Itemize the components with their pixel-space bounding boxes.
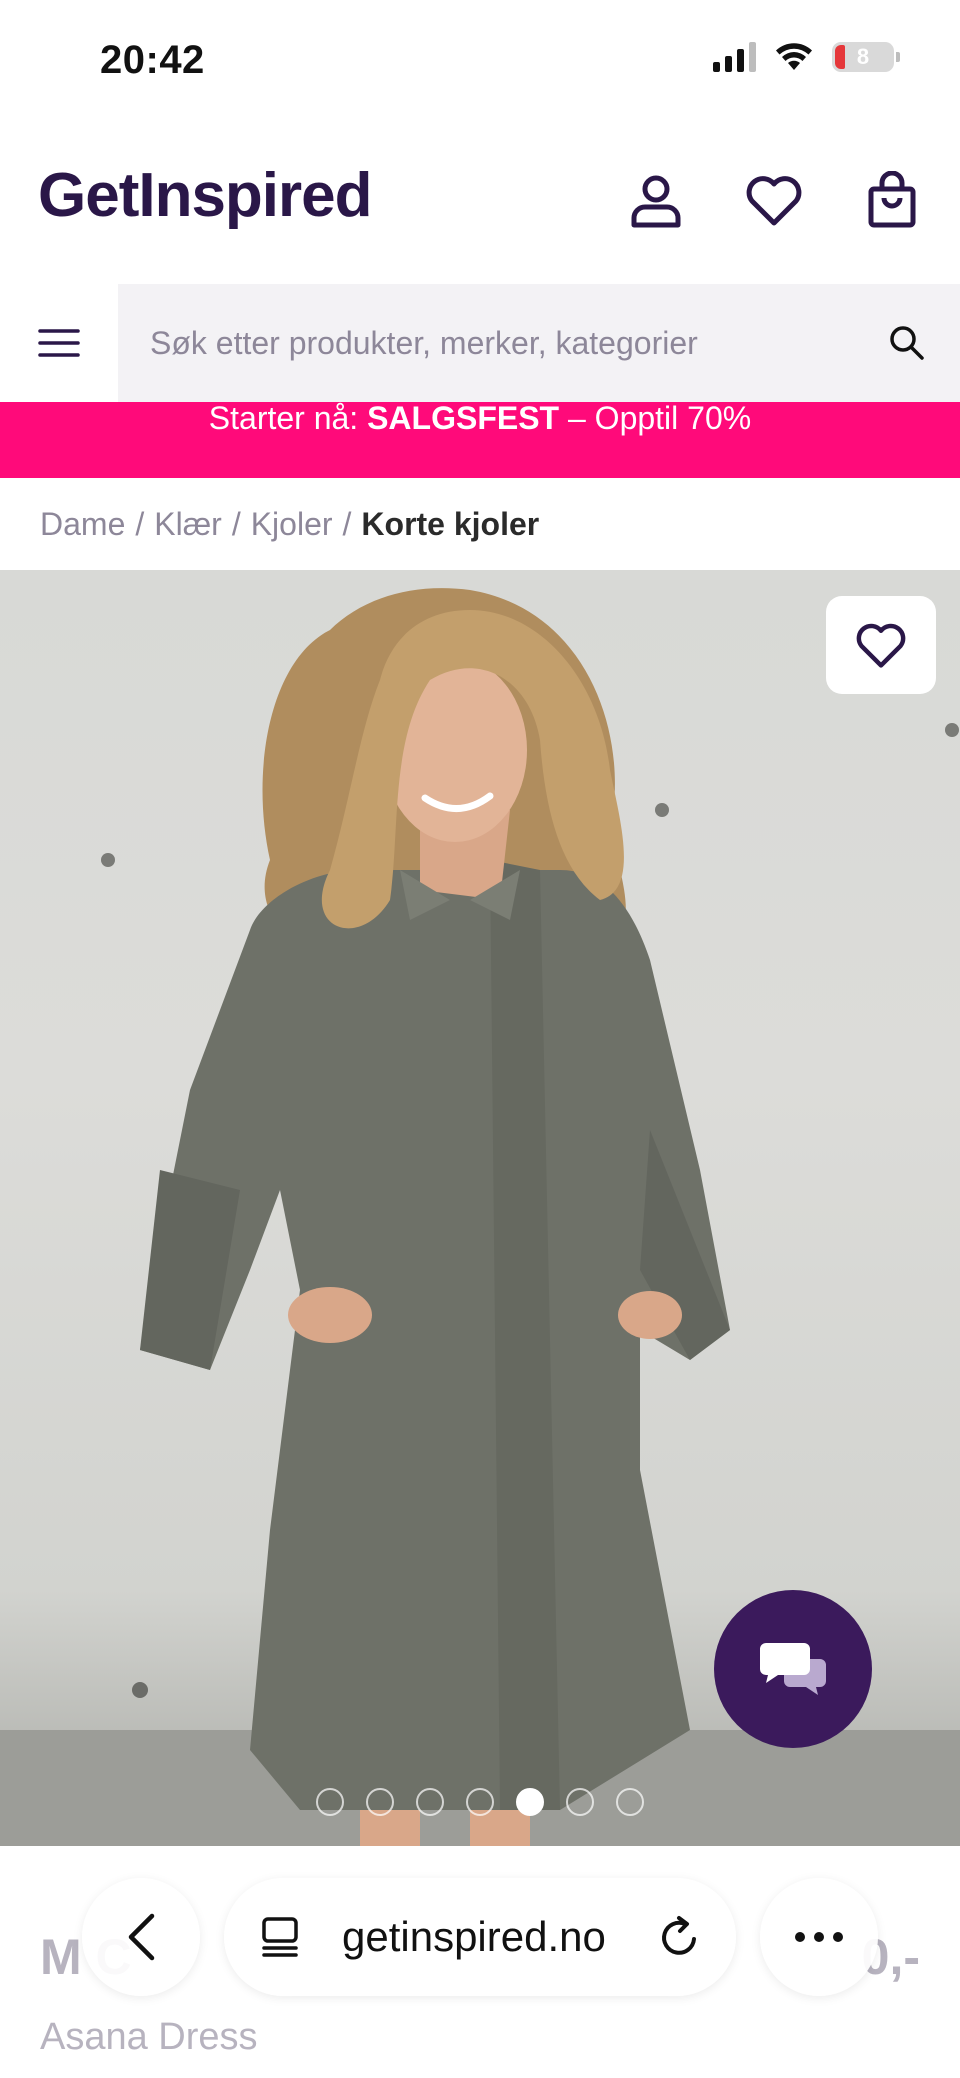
search-bar [0,284,960,402]
breadcrumb: Dame / Klær / Kjoler / Korte kjoler [0,478,960,570]
breadcrumb-item[interactable]: Kjoler [251,506,333,543]
promo-suffix: – Opptil 70% [559,400,752,436]
gallery-dot[interactable] [616,1788,644,1816]
gallery-pagination [316,1788,644,1816]
chat-button[interactable] [714,1590,872,1748]
search-button[interactable] [876,312,938,374]
reload-icon[interactable] [658,1915,702,1959]
ellipsis-icon [795,1932,843,1942]
promo-prefix: Starter nå: [208,400,368,436]
status-icons: 8 [713,42,900,72]
gallery-dot[interactable] [416,1788,444,1816]
breadcrumb-item[interactable]: Dame [40,506,125,543]
account-icon[interactable] [624,168,688,232]
gallery-dot[interactable] [466,1788,494,1816]
battery-level: 8 [856,44,870,69]
gallery-dot[interactable] [366,1788,394,1816]
wifi-icon [776,43,812,70]
shopping-bag-icon[interactable] [860,168,924,232]
heart-icon [856,623,906,668]
gallery-dot[interactable] [566,1788,594,1816]
product-image[interactable] [0,570,960,1846]
gallery-dot-active[interactable] [516,1788,544,1816]
logo[interactable]: GetInspired [38,160,373,231]
chat-bubbles-icon [760,1643,826,1695]
product-name: Asana Dress [40,2016,258,2058]
back-button[interactable] [82,1878,200,1996]
more-options-button[interactable] [760,1878,878,1996]
url-text: getinspired.no [342,1913,606,1960]
breadcrumb-separator: / [135,505,145,542]
cellular-signal-icon [713,42,756,72]
search-icon [890,326,924,360]
menu-button[interactable] [0,284,118,402]
breadcrumb-separator: / [342,505,352,542]
breadcrumb-separator: / [231,505,241,542]
status-time: 20:42 [100,38,205,82]
breadcrumb-current: Korte kjoler [361,505,540,542]
promo-banner[interactable]: Starter nå: SALGSFEST – Opptil 70% [0,400,960,478]
battery-icon: 8 [832,42,900,72]
heart-icon[interactable] [742,168,806,232]
status-bar: 20:42 8 [0,0,960,120]
site-header: GetInspired [0,120,960,284]
promo-highlight: SALGSFEST [367,400,560,436]
chevron-left-icon [128,1913,155,1961]
search-input[interactable] [150,314,850,372]
gallery-dot[interactable] [316,1788,344,1816]
breadcrumb-item[interactable]: Klær [154,506,222,543]
hamburger-icon [38,329,80,357]
tabs-overview-icon [262,1917,298,1957]
browser-toolbar: getinspired.no [0,1870,960,2000]
wishlist-button[interactable] [826,596,936,694]
address-bar[interactable]: getinspired.no [224,1878,736,1996]
